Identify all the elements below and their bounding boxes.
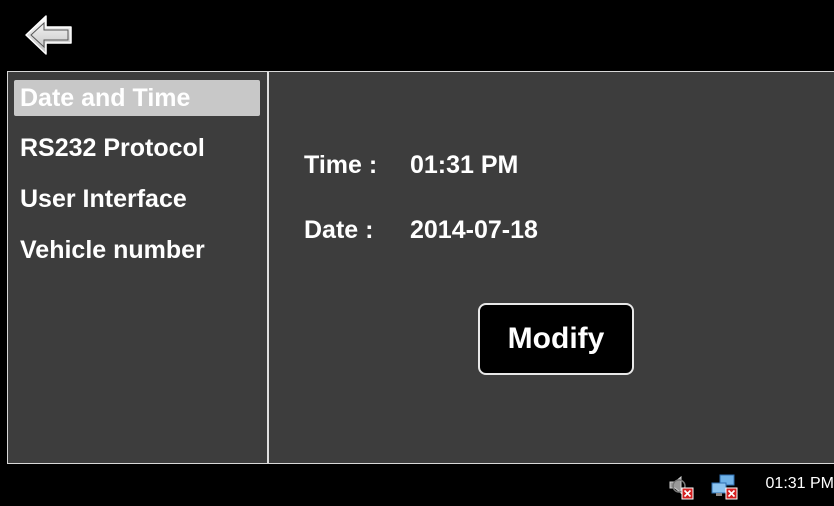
sidebar-item-label: Vehicle number [20,236,205,264]
sidebar-item-rs232-protocol[interactable]: RS232 Protocol [14,130,260,166]
system-clock[interactable]: 01:31 PM [766,475,834,493]
modify-button[interactable]: Modify [478,303,634,375]
speaker-muted-icon[interactable] [667,474,695,500]
settings-window: Date and Time RS232 Protocol User Interf… [0,0,834,506]
date-time-panel: Time : 01:31 PM Date : 2014-07-18 Modify [271,72,833,463]
date-label: Date : [304,216,374,244]
sidebar-item-label: RS232 Protocol [20,134,205,162]
status-bar: 01:31 PM [0,464,834,506]
sidebar-item-label: User Interface [20,185,187,213]
network-disconnected-icon[interactable] [711,474,739,500]
back-arrow-icon [25,15,72,55]
back-button[interactable] [24,12,74,58]
sidebar-item-user-interface[interactable]: User Interface [14,181,260,217]
date-row: Date : 2014-07-18 [304,216,538,245]
date-value: 2014-07-18 [410,216,538,244]
top-bar [0,0,834,72]
main-panel: Date and Time RS232 Protocol User Interf… [7,71,834,464]
sidebar-item-vehicle-number[interactable]: Vehicle number [14,232,260,268]
settings-sidebar: Date and Time RS232 Protocol User Interf… [8,72,269,463]
sidebar-item-label: Date and Time [20,84,191,112]
time-value: 01:31 PM [410,151,519,179]
time-row: Time : 01:31 PM [304,151,518,180]
sidebar-item-date-and-time[interactable]: Date and Time [14,80,260,116]
time-label: Time : [304,151,378,179]
